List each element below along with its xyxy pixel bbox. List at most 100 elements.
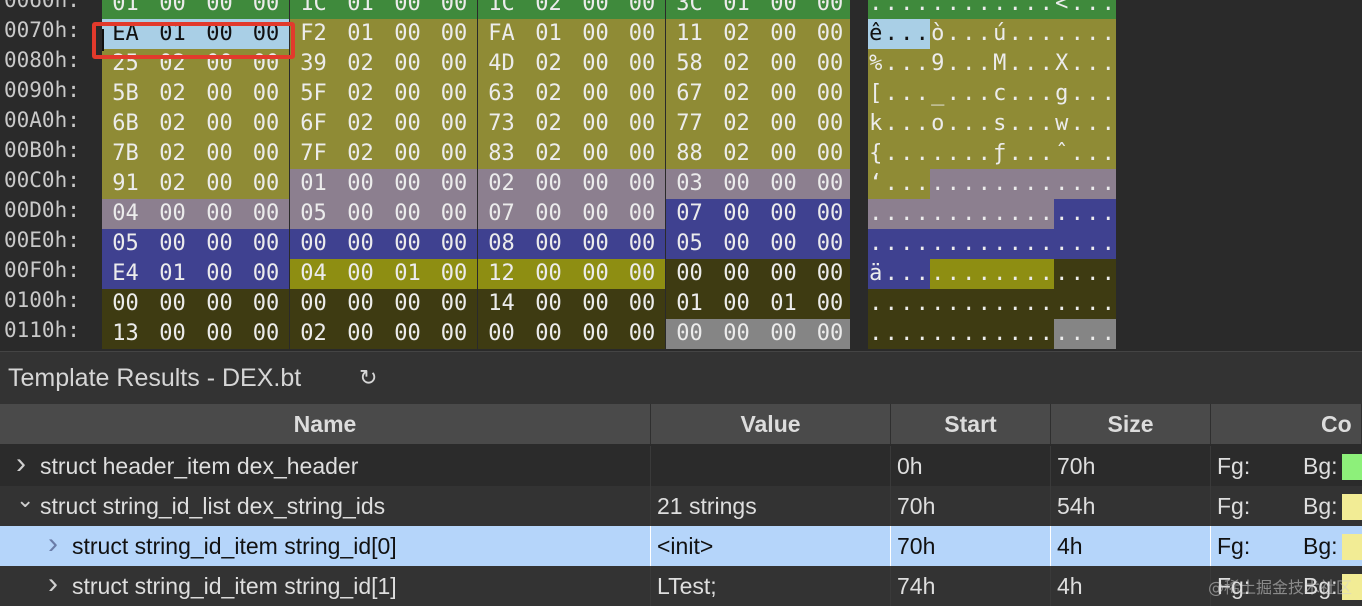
hex-byte[interactable]: 00 [102, 289, 149, 319]
ascii-char[interactable]: . [914, 49, 930, 79]
hex-byte[interactable]: 00 [807, 109, 853, 139]
ascii-char[interactable]: . [992, 0, 1008, 19]
ascii-char[interactable]: . [1085, 139, 1101, 169]
ascii-char[interactable]: . [945, 229, 961, 259]
hex-byte[interactable]: 88 [666, 139, 713, 169]
ascii-char[interactable]: . [976, 199, 992, 229]
ascii-char[interactable]: . [1038, 109, 1054, 139]
hex-byte[interactable]: 00 [337, 169, 384, 199]
ascii-char[interactable]: . [883, 19, 899, 49]
ascii-char[interactable]: . [1054, 19, 1070, 49]
ascii-char[interactable]: . [914, 319, 930, 349]
ascii-char[interactable]: . [914, 79, 930, 109]
ascii-char[interactable]: . [961, 79, 977, 109]
ascii-char[interactable]: < [1054, 0, 1070, 19]
row-color-cell[interactable]: Fg: Bg: [1211, 446, 1362, 486]
hex-byte[interactable]: 00 [431, 289, 477, 319]
hex-byte[interactable]: 58 [666, 49, 713, 79]
ascii-char[interactable]: . [1007, 199, 1023, 229]
ascii-char[interactable]: . [1038, 199, 1054, 229]
hex-byte[interactable]: 91 [102, 169, 149, 199]
ascii-char[interactable]: . [883, 79, 899, 109]
hex-byte[interactable]: 00 [337, 259, 384, 289]
hex-byte[interactable]: 01 [337, 19, 384, 49]
hex-byte[interactable]: 00 [760, 109, 807, 139]
hex-byte[interactable]: 00 [807, 259, 853, 289]
ascii-char[interactable]: . [945, 319, 961, 349]
hex-byte[interactable]: 02 [713, 49, 760, 79]
hex-byte[interactable]: 00 [572, 49, 619, 79]
ascii-char[interactable]: . [1100, 0, 1116, 19]
ascii-char[interactable]: . [1085, 169, 1101, 199]
ascii-char[interactable]: . [1023, 169, 1039, 199]
ascii-char[interactable]: . [883, 49, 899, 79]
ascii-char[interactable]: . [1069, 169, 1085, 199]
hex-byte[interactable]: 00 [243, 289, 289, 319]
template-row[interactable]: ⌄ struct string_id_list dex_string_ids 21 … [0, 486, 1362, 526]
hex-byte[interactable]: 00 [431, 229, 477, 259]
ascii-char[interactable]: . [1007, 229, 1023, 259]
hex-byte[interactable]: 00 [149, 229, 196, 259]
hex-byte[interactable]: 00 [431, 169, 477, 199]
hex-byte[interactable]: 00 [619, 139, 665, 169]
ascii-char[interactable]: . [945, 49, 961, 79]
hex-byte[interactable]: 00 [807, 19, 853, 49]
ascii-char[interactable]: c [992, 79, 1008, 109]
ascii-char[interactable]: . [899, 229, 915, 259]
hex-byte[interactable]: 00 [619, 49, 665, 79]
hex-byte[interactable]: 00 [243, 109, 289, 139]
hex-byte[interactable]: 00 [384, 49, 431, 79]
hex-byte[interactable]: 05 [290, 199, 337, 229]
ascii-char[interactable]: . [1023, 49, 1039, 79]
ascii-char[interactable]: . [883, 259, 899, 289]
ascii-char[interactable]: . [1085, 319, 1101, 349]
ascii-char[interactable]: ˆ [1054, 139, 1070, 169]
template-row[interactable]: › struct header_item dex_header 0h 70h Fg: Bg… [0, 446, 1362, 486]
ascii-char[interactable]: . [945, 19, 961, 49]
hex-byte[interactable]: 00 [713, 229, 760, 259]
hex-byte[interactable]: 00 [619, 199, 665, 229]
ascii-char[interactable]: . [1100, 19, 1116, 49]
ascii-char[interactable]: . [1007, 49, 1023, 79]
hex-byte[interactable]: 00 [760, 19, 807, 49]
chevron-down-icon[interactable]: ⌄ [16, 486, 34, 520]
hex-byte[interactable]: 1C [478, 0, 525, 19]
hex-byte[interactable]: 00 [196, 79, 243, 109]
ascii-char[interactable]: . [914, 169, 930, 199]
hex-byte[interactable]: 01 [290, 169, 337, 199]
ascii-char[interactable]: . [1054, 199, 1070, 229]
ascii-char[interactable]: . [914, 229, 930, 259]
hex-byte[interactable]: 1C [290, 0, 337, 19]
ascii-char[interactable]: . [1069, 79, 1085, 109]
ascii-char[interactable]: . [1054, 289, 1070, 319]
hex-byte[interactable]: 00 [384, 79, 431, 109]
ascii-char[interactable]: . [1038, 169, 1054, 199]
hex-byte[interactable]: 08 [478, 229, 525, 259]
bg-color-swatch[interactable] [1342, 534, 1362, 560]
hex-byte[interactable]: 01 [713, 0, 760, 19]
hex-byte[interactable]: 00 [572, 169, 619, 199]
hex-byte[interactable]: 00 [572, 319, 619, 349]
ascii-char[interactable]: ƒ [992, 139, 1008, 169]
ascii-char[interactable]: . [945, 0, 961, 19]
hex-byte[interactable]: 00 [619, 289, 665, 319]
hex-byte[interactable]: 02 [525, 0, 572, 19]
hex-byte[interactable]: 11 [666, 19, 713, 49]
hex-byte[interactable]: 00 [713, 169, 760, 199]
ascii-char[interactable]: . [961, 139, 977, 169]
hex-byte[interactable]: 00 [525, 259, 572, 289]
ascii-char[interactable]: . [1069, 319, 1085, 349]
hex-byte[interactable]: 02 [337, 139, 384, 169]
hex-byte[interactable]: 00 [243, 199, 289, 229]
hex-byte[interactable]: 00 [525, 289, 572, 319]
hex-byte[interactable]: 00 [807, 139, 853, 169]
ascii-char[interactable]: ò [930, 19, 946, 49]
ascii-char[interactable]: . [930, 289, 946, 319]
ascii-char[interactable]: . [914, 139, 930, 169]
hex-byte[interactable]: 00 [807, 0, 853, 19]
ascii-char[interactable]: . [1007, 289, 1023, 319]
ascii-char[interactable]: . [914, 199, 930, 229]
hex-byte[interactable]: 00 [619, 229, 665, 259]
ascii-char[interactable]: . [976, 229, 992, 259]
ascii-char[interactable]: . [1069, 199, 1085, 229]
